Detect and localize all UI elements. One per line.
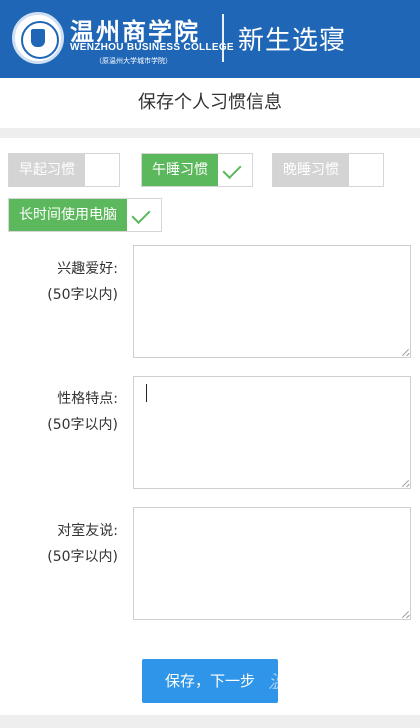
school-name-en: WENZHOU BUSINESS COLLEGE [70,42,234,53]
personality-label: 性格特点: (50字以内) [26,388,118,434]
habit-label: 早起习惯 [9,154,85,186]
habit-long-computer-use[interactable]: 长时间使用电脑 [8,198,162,232]
habit-late-sleeper[interactable]: 晚睡习惯 [272,153,384,187]
checkmark-icon [222,159,242,180]
field-label-text: 对室友说: [57,523,118,539]
field-hint: (50字以内) [47,417,118,433]
hobbies-label: 兴趣爱好: (50字以内) [26,258,118,304]
habit-label: 晚睡习惯 [273,154,349,186]
section-divider [0,128,420,138]
save-next-button[interactable]: 保存，下一步 [142,659,278,703]
habit-checkbox[interactable] [127,199,161,231]
banner-divider [222,14,224,62]
habit-nap[interactable]: 午睡习惯 [141,153,253,187]
roommate-message-label: 对室友说: (50字以内) [26,520,118,566]
header-banner: 温州商学院 WENZHOU BUSINESS COLLEGE （原温州大学城市学… [0,0,420,78]
school-subtitle: （原温州大学城市学院） [95,57,172,65]
field-hint: (50字以内) [47,287,118,303]
footer-band [0,715,420,728]
personality-textarea[interactable] [133,376,411,489]
text-caret [146,384,147,402]
roommate-message-textarea[interactable] [133,507,411,620]
field-label-text: 兴趣爱好: [57,261,118,277]
checkmark-icon [131,204,151,225]
hobbies-textarea[interactable] [133,245,411,358]
resize-grip-icon[interactable] [401,479,409,487]
habit-label: 长时间使用电脑 [9,199,127,231]
habit-checkbox[interactable] [349,154,383,186]
page-title: 保存个人习惯信息 [138,92,282,113]
school-emblem-icon [12,12,64,64]
habit-checkbox[interactable] [218,154,252,186]
field-hint: (50字以内) [47,549,118,565]
resize-grip-icon[interactable] [401,348,409,356]
field-label-text: 性格特点: [57,391,118,407]
habit-label: 午睡习惯 [142,154,218,186]
watermark: 温州 [268,672,308,693]
resize-grip-icon[interactable] [401,610,409,618]
habit-early-riser[interactable]: 早起习惯 [8,153,120,187]
system-title: 新生选寝 [238,26,347,56]
habit-checkbox[interactable] [85,154,119,186]
